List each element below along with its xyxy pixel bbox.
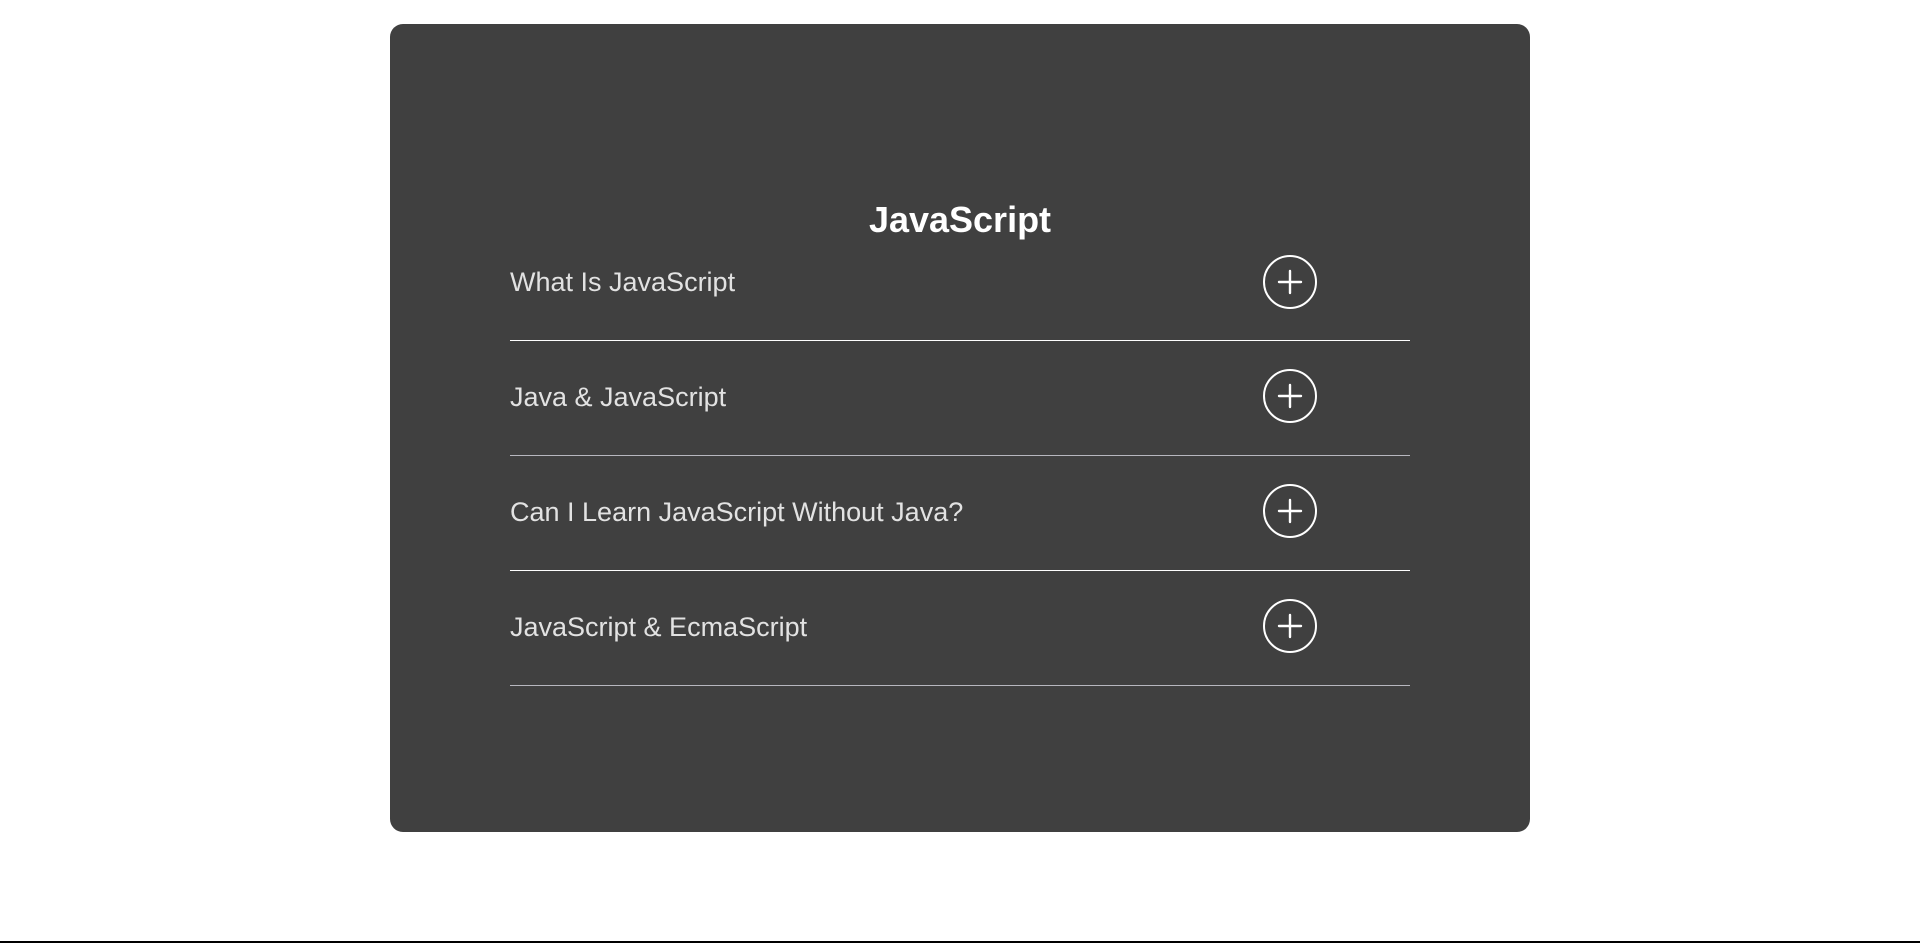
plus-icon [1277,269,1303,295]
faq-question[interactable]: Can I Learn JavaScript Without Java? [510,496,963,528]
expand-toggle-button[interactable] [1263,484,1317,538]
faq-question[interactable]: Java & JavaScript [510,381,726,413]
plus-icon [1277,498,1303,524]
faq-item-javascript-and-ecmascript[interactable]: JavaScript & EcmaScript [510,571,1410,686]
page: JavaScript What Is JavaScript Java & Jav… [0,0,1920,943]
expand-toggle-button[interactable] [1263,255,1317,309]
faq-card: JavaScript What Is JavaScript Java & Jav… [390,24,1530,832]
faq-item-what-is-javascript[interactable]: What Is JavaScript [510,228,1410,341]
plus-icon [1277,383,1303,409]
plus-icon [1277,613,1303,639]
faq-item-java-and-javascript[interactable]: Java & JavaScript [510,341,1410,456]
faq-list: What Is JavaScript Java & JavaScript Can… [510,228,1410,686]
faq-question[interactable]: What Is JavaScript [510,266,735,298]
expand-toggle-button[interactable] [1263,599,1317,653]
expand-toggle-button[interactable] [1263,369,1317,423]
faq-item-learn-without-java[interactable]: Can I Learn JavaScript Without Java? [510,456,1410,571]
faq-question[interactable]: JavaScript & EcmaScript [510,611,807,643]
